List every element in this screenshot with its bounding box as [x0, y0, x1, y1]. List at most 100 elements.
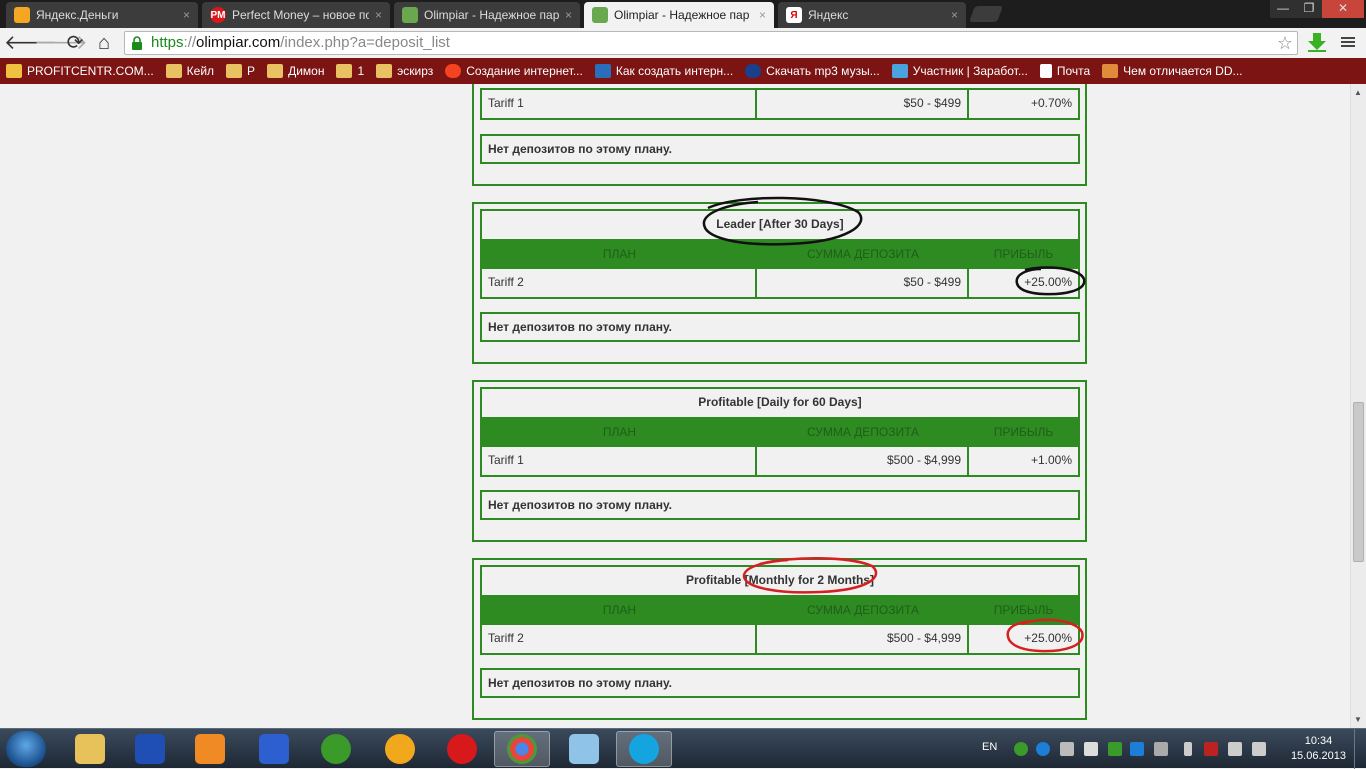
- bookmark-item[interactable]: PROFITCENTR.COM...: [6, 64, 154, 78]
- bookmark-item[interactable]: Почта: [1039, 64, 1090, 78]
- vertical-scrollbar[interactable]: ▲ ▼: [1350, 84, 1366, 728]
- tab-close-icon[interactable]: ×: [375, 8, 382, 22]
- bookmark-folder[interactable]: Димон: [267, 64, 324, 78]
- bookmark-folder[interactable]: 1: [336, 64, 364, 78]
- header-amount: СУММА ДЕПОЗИТА: [806, 603, 920, 617]
- monitor-tray-icon[interactable]: [1060, 742, 1074, 756]
- tab-close-icon[interactable]: ×: [951, 8, 958, 22]
- tab-strip: Яндекс.Деньги × PM Perfect Money – новое…: [0, 0, 1366, 28]
- taskbar-app[interactable]: [556, 731, 612, 767]
- flag-tray-icon[interactable]: [1084, 742, 1098, 756]
- reload-icon[interactable]: ⟳: [63, 31, 87, 55]
- perfect-money-favicon-icon: PM: [210, 7, 226, 23]
- scroll-down-arrow-icon[interactable]: ▼: [1354, 715, 1362, 724]
- daum-potplayer-icon: [259, 734, 289, 764]
- new-tab-button[interactable]: [969, 6, 1003, 22]
- plan-cell: Tariff 1: [482, 447, 757, 475]
- start-button[interactable]: [6, 731, 46, 767]
- bookmark-label: Участник | Заработ...: [912, 64, 1028, 78]
- taskbar-app[interactable]: [308, 731, 364, 767]
- wrench-menu-icon[interactable]: [1340, 34, 1356, 50]
- tab-title: Olimpiar - Надежное пар: [424, 8, 559, 22]
- tab-yandex[interactable]: Я Яндекс ×: [778, 2, 966, 28]
- bookmark-item[interactable]: Чем отличается DD...: [1102, 64, 1243, 78]
- show-desktop-button[interactable]: [1354, 729, 1366, 769]
- plan-table: Leader [After 30 Days] ПЛАН СУММА ДЕПОЗИ…: [480, 209, 1080, 299]
- page-viewport: Tariff 1 $50 - $499 +0.70% Нет депозитов…: [0, 84, 1350, 728]
- forward-arrow-icon[interactable]: 🡒: [34, 31, 88, 55]
- plan-title: Profitable [Daily for 60 Days]: [698, 395, 862, 409]
- taskbar-app-active[interactable]: [494, 731, 550, 767]
- bookmark-folder[interactable]: эскирз: [376, 64, 433, 78]
- signal-bars-tray-icon[interactable]: [1228, 742, 1242, 756]
- tab-close-icon[interactable]: ×: [565, 8, 572, 22]
- taskbar-app[interactable]: [122, 731, 178, 767]
- shield-tray-icon[interactable]: [1108, 742, 1122, 756]
- tab-yandex-money[interactable]: Яндекс.Деньги ×: [6, 2, 198, 28]
- chrome-icon: [507, 734, 537, 764]
- vk-like-icon: [891, 64, 908, 78]
- download-arrow-icon[interactable]: [1306, 31, 1328, 53]
- plan-card: Leader [After 30 Days] ПЛАН СУММА ДЕПОЗИ…: [472, 202, 1087, 364]
- battery-tray-icon[interactable]: [1184, 742, 1192, 756]
- folder-icon: [226, 64, 243, 78]
- profit-cell: +25.00%: [1024, 275, 1072, 289]
- amount-cell: $50 - $499: [757, 90, 969, 118]
- tab-olimpiar-active[interactable]: Olimpiar - Надежное пар ×: [584, 2, 774, 28]
- no-deposits-message: Нет депозитов по этому плану.: [480, 312, 1080, 342]
- tab-olimpiar-1[interactable]: Olimpiar - Надежное пар ×: [394, 2, 580, 28]
- no-deposits-message: Нет депозитов по этому плану.: [480, 134, 1080, 164]
- url-separator: ://: [183, 34, 197, 51]
- bookmark-item[interactable]: Участник | Заработ...: [891, 64, 1028, 78]
- globe-icon: [745, 64, 762, 78]
- c-tray-icon[interactable]: [1036, 742, 1050, 756]
- e-icon: [594, 64, 611, 78]
- bookmark-folder[interactable]: Р: [226, 64, 255, 78]
- clock[interactable]: 10:34 15.06.2013: [1291, 734, 1346, 764]
- minimize-button[interactable]: —: [1270, 0, 1296, 18]
- floppy-icon: [135, 734, 165, 764]
- aimp-icon: [385, 734, 415, 764]
- table-header-row: ПЛАН СУММА ДЕПОЗИТА ПРИБЫЛЬ: [482, 595, 1078, 625]
- tab-close-icon[interactable]: ×: [183, 8, 190, 22]
- browser-toolbar: 🡐 🡒 ⟳ ⌂ https://olimpiar.com/index.php?a…: [0, 28, 1366, 58]
- address-bar[interactable]: https://olimpiar.com/index.php?a=deposit…: [124, 31, 1298, 55]
- close-window-button[interactable]: ✕: [1322, 0, 1364, 18]
- tab-perfect-money[interactable]: PM Perfect Money – новое по ×: [202, 2, 390, 28]
- back-arrow-icon[interactable]: 🡐: [4, 31, 58, 55]
- bookmark-item[interactable]: Как создать интерн...: [594, 64, 733, 78]
- plan-title: Leader [After 30 Days]: [716, 217, 844, 231]
- amount-cell: $500 - $4,999: [757, 447, 969, 475]
- taskbar-app[interactable]: [372, 731, 428, 767]
- network-tray-icon[interactable]: [1130, 742, 1144, 756]
- taskbar-app[interactable]: [62, 731, 118, 767]
- speaker-muted-tray-icon[interactable]: [1154, 742, 1168, 756]
- home-icon[interactable]: ⌂: [92, 31, 116, 55]
- scrollbar-thumb[interactable]: [1353, 402, 1364, 562]
- bookmark-item[interactable]: Создание интернет...: [445, 64, 583, 78]
- plan-table: Profitable [Monthly for 2 Months] ПЛАН С…: [480, 565, 1080, 655]
- utorrent-icon: [321, 734, 351, 764]
- scroll-up-arrow-icon[interactable]: ▲: [1354, 88, 1362, 97]
- tab-close-icon[interactable]: ×: [759, 8, 766, 22]
- page-icon: [1039, 64, 1052, 78]
- taskbar-app[interactable]: [246, 731, 302, 767]
- bookmark-label: Димон: [288, 64, 325, 78]
- maximize-button[interactable]: ❐: [1296, 0, 1322, 18]
- volume-tray-icon[interactable]: [1252, 742, 1266, 756]
- profit-cell: +0.70%: [1030, 96, 1072, 110]
- bookmark-item[interactable]: Скачать mp3 музы...: [745, 64, 880, 78]
- bookmark-label: 1: [357, 64, 365, 78]
- tab-title: Olimpiar - Надежное пар: [614, 8, 750, 22]
- taskbar-app[interactable]: [434, 731, 490, 767]
- taskbar-app[interactable]: [182, 731, 238, 767]
- bookmark-star-icon[interactable]: ☆: [1277, 32, 1293, 54]
- bookmark-folder[interactable]: Кейл: [165, 64, 214, 78]
- utorrent-tray-icon[interactable]: [1014, 742, 1028, 756]
- taskbar-app-active[interactable]: [616, 731, 672, 767]
- explorer-icon: [75, 734, 105, 764]
- table-row: Tariff 2 $50 - $499 +25.00%: [482, 269, 1078, 297]
- language-indicator[interactable]: EN: [982, 741, 997, 753]
- lock-icon: [132, 36, 142, 50]
- us-flag-tray-icon[interactable]: [1204, 742, 1218, 756]
